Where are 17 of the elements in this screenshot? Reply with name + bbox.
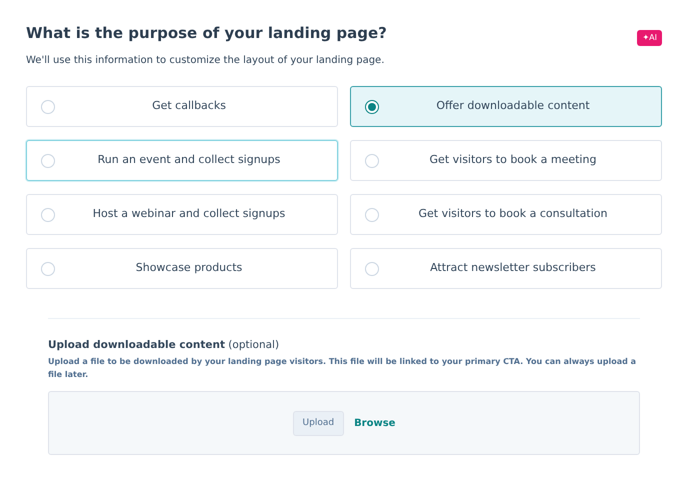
subtitle: We'll use this information to customize the layout of your landing page. — [26, 54, 386, 68]
upload-label: Upload downloadable content (optional) — [48, 338, 280, 353]
upload-help-text: Upload a file to be downloaded by your landing page visitors. This file will be linked to your primary CTA. You can always upload a file later. — [48, 356, 638, 381]
purpose-option[interactable]: Host a webinar and collect signups — [26, 194, 338, 235]
purpose-option[interactable]: Get visitors to book a consultation — [350, 194, 662, 235]
page-title: What is the purpose of your landing page? — [26, 24, 387, 42]
ai-badge: ✦AI — [637, 30, 662, 46]
upload-dropzone[interactable]: Upload Browse — [48, 391, 640, 456]
purpose-option[interactable]: Attract newsletter subscribers — [350, 248, 662, 289]
upload-button[interactable]: Upload — [292, 410, 344, 436]
purpose-option[interactable]: Run an event and collect signups — [26, 140, 338, 181]
purpose-option[interactable]: Get visitors to book a meeting — [350, 140, 662, 181]
purpose-option[interactable]: Showcase products — [26, 248, 338, 289]
browse-link[interactable]: Browse — [354, 416, 396, 431]
purpose-option[interactable]: Offer downloadable content — [350, 86, 662, 127]
purpose-option[interactable]: Get callbacks — [26, 86, 338, 127]
radio-button[interactable] — [365, 100, 379, 114]
